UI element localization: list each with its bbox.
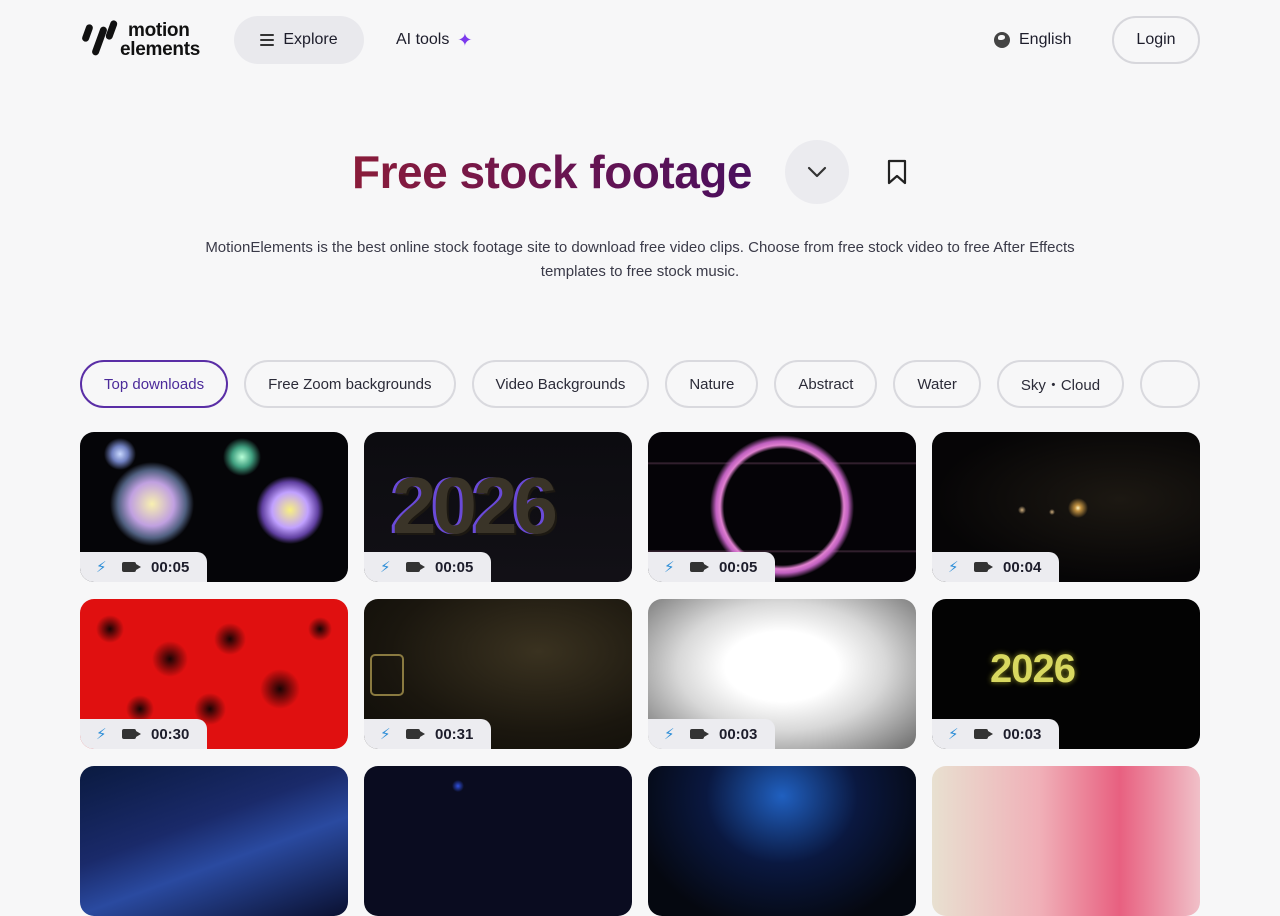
- sparkle-icon: ✦: [457, 30, 473, 50]
- chip-more[interactable]: [1140, 360, 1201, 408]
- video-badge: ⚡ 00:03: [648, 719, 775, 749]
- bolt-icon: ⚡: [664, 559, 675, 576]
- bolt-icon: ⚡: [96, 559, 107, 576]
- thumb-frame-shape: [370, 654, 404, 696]
- video-badge: ⚡ 00:05: [80, 552, 207, 582]
- video-camera-icon: [690, 729, 709, 739]
- video-card[interactable]: ⚡ 00:31: [364, 599, 632, 749]
- duration: 00:03: [1003, 725, 1042, 743]
- duration: 00:30: [151, 725, 190, 743]
- video-card[interactable]: 2026 ⚡ 00:03: [932, 599, 1200, 749]
- explore-label: Explore: [283, 31, 338, 48]
- bookmark-button[interactable]: [885, 158, 909, 186]
- chip-water[interactable]: Water: [893, 360, 981, 408]
- login-button[interactable]: Login: [1112, 16, 1200, 64]
- video-camera-icon: [406, 562, 425, 572]
- video-badge: ⚡ 00:05: [648, 552, 775, 582]
- bolt-icon: ⚡: [948, 726, 959, 743]
- video-card[interactable]: 2026 ⚡ 00:05: [364, 432, 632, 582]
- video-camera-icon: [122, 729, 141, 739]
- page-title: Free stock footage: [352, 142, 753, 202]
- title-dropdown-button[interactable]: [785, 140, 849, 204]
- video-camera-icon: [690, 562, 709, 572]
- video-badge: ⚡ 00:04: [932, 552, 1059, 582]
- video-camera-icon: [122, 562, 141, 572]
- language-label: English: [1019, 31, 1072, 48]
- chip-abstract[interactable]: Abstract: [774, 360, 878, 408]
- video-card[interactable]: ⚡ 00:30: [80, 599, 348, 749]
- bolt-icon: ⚡: [380, 726, 391, 743]
- video-card[interactable]: ⚡ 00:04: [932, 432, 1200, 582]
- ai-tools-link[interactable]: AI tools ✦: [396, 28, 472, 52]
- page-description: MotionElements is the best online stock …: [205, 239, 1075, 280]
- video-camera-icon: [974, 729, 993, 739]
- menu-icon: [260, 34, 275, 46]
- duration: 00:03: [719, 725, 758, 743]
- logo[interactable]: motion elements: [80, 18, 200, 62]
- video-badge: ⚡ 00:03: [932, 719, 1059, 749]
- chip-free-zoom-backgrounds[interactable]: Free Zoom backgrounds: [244, 360, 456, 408]
- bookmark-icon: [887, 159, 907, 185]
- globe-icon: [994, 32, 1010, 48]
- thumb-2026-text: 2026: [990, 647, 1076, 691]
- thumb-2026-text: 2026: [392, 461, 558, 550]
- video-badge: ⚡ 00:05: [364, 552, 491, 582]
- chip-top-downloads[interactable]: Top downloads: [80, 360, 229, 408]
- bolt-icon: ⚡: [664, 726, 675, 743]
- duration: 00:04: [1003, 558, 1042, 576]
- logo-mark-icon: [80, 18, 119, 62]
- duration: 00:05: [719, 558, 758, 576]
- video-badge: ⚡ 00:30: [80, 719, 207, 749]
- video-card[interactable]: [932, 766, 1200, 916]
- bolt-icon: ⚡: [948, 559, 959, 576]
- language-selector[interactable]: English: [994, 28, 1071, 52]
- explore-button[interactable]: Explore: [234, 16, 364, 64]
- category-chips: Top downloads Free Zoom backgrounds Vide…: [80, 360, 1216, 408]
- video-card[interactable]: [80, 766, 348, 916]
- duration: 00:31: [435, 725, 474, 743]
- chip-video-backgrounds[interactable]: Video Backgrounds: [471, 360, 650, 408]
- video-camera-icon: [974, 562, 993, 572]
- video-card[interactable]: ⚡ 00:03: [648, 599, 916, 749]
- video-card[interactable]: [648, 766, 916, 916]
- logo-text: motion elements: [120, 20, 200, 60]
- ai-tools-label: AI tools: [396, 31, 450, 48]
- duration: 00:05: [151, 558, 190, 576]
- chip-sky-cloud[interactable]: Sky・Cloud: [996, 360, 1125, 408]
- video-card[interactable]: ⚡ 00:05: [80, 432, 348, 582]
- bolt-icon: ⚡: [96, 726, 107, 743]
- chip-nature[interactable]: Nature: [665, 360, 759, 408]
- bolt-icon: ⚡: [380, 559, 391, 576]
- video-card[interactable]: ⚡ 00:05: [648, 432, 916, 582]
- video-card[interactable]: [364, 766, 632, 916]
- duration: 00:05: [435, 558, 474, 576]
- video-camera-icon: [406, 729, 425, 739]
- video-badge: ⚡ 00:31: [364, 719, 491, 749]
- chevron-down-icon: [807, 166, 827, 178]
